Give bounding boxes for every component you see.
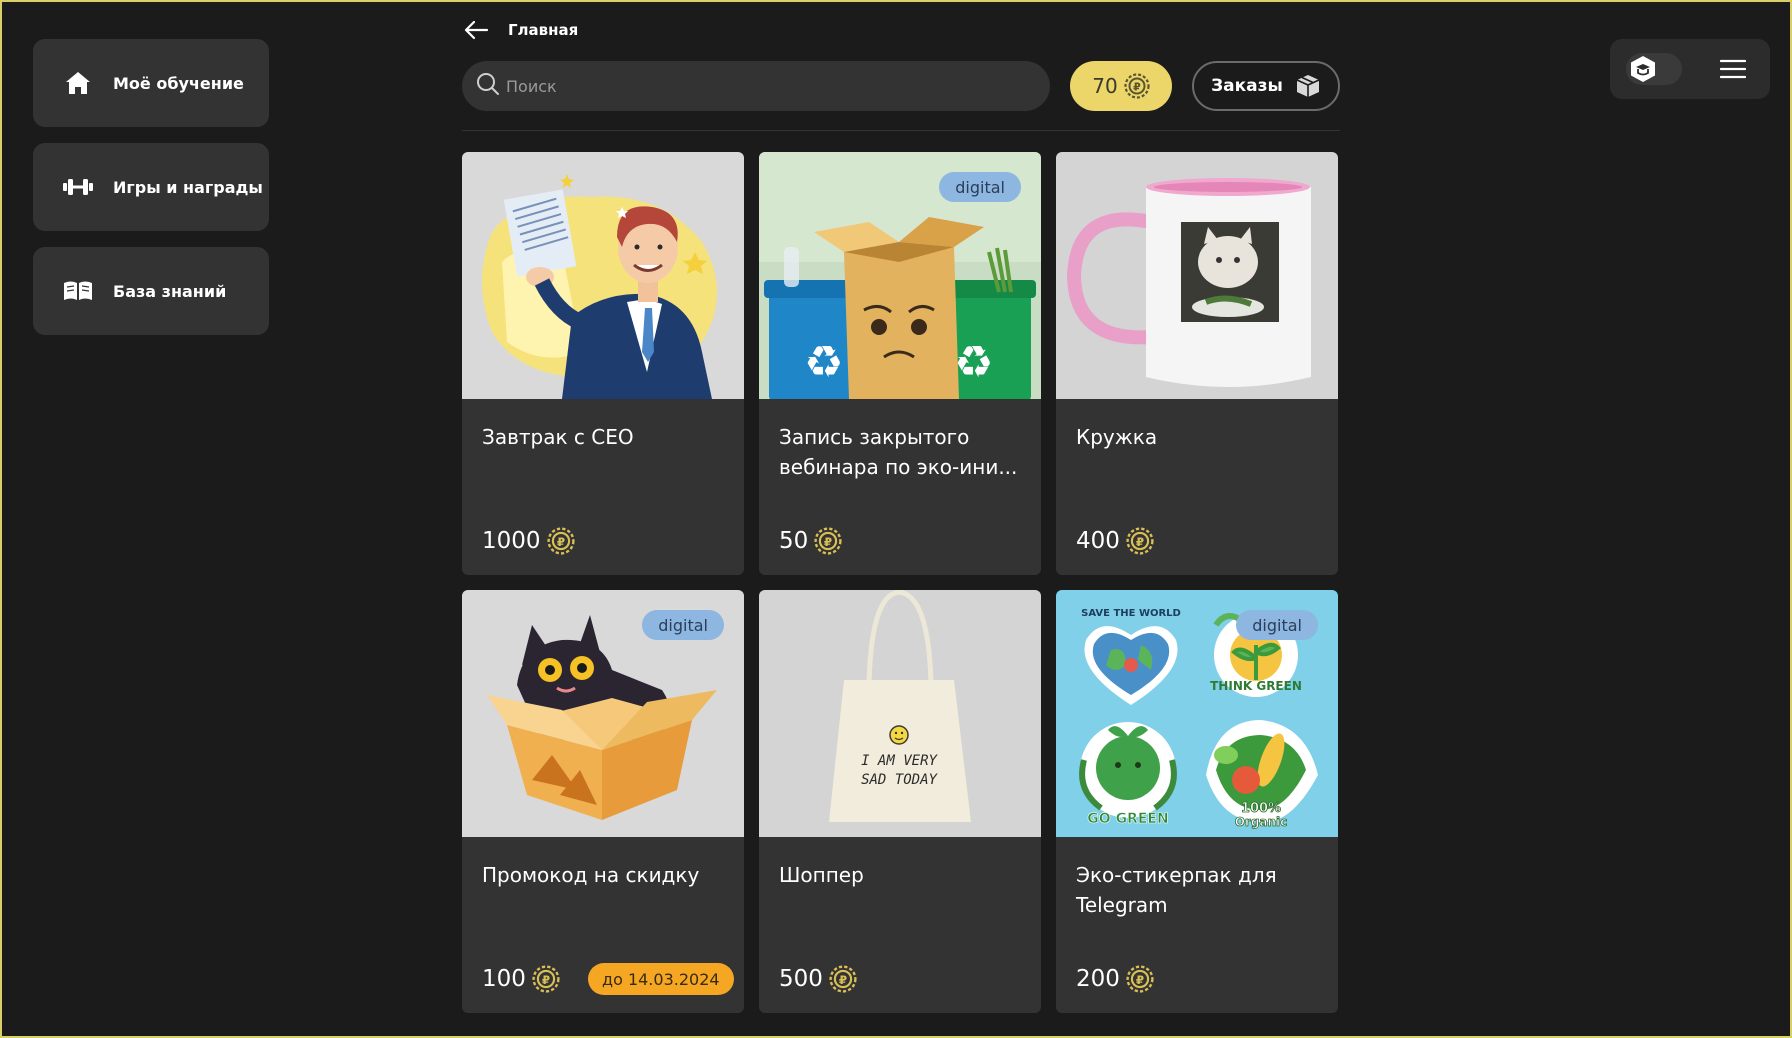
product-title: Шоппер [779, 863, 864, 887]
box-icon [1296, 75, 1320, 97]
product-image-breakfast-ceo [462, 152, 744, 399]
product-card[interactable]: SAVE THE WORLD THINK GREEN GO GREEN 100%… [1056, 590, 1338, 1013]
breadcrumb-home[interactable]: Главная [508, 21, 578, 39]
product-price: 200 ₽ [1076, 964, 1154, 994]
product-title: Запись закрытого вебинара по эко-ини... [779, 425, 1018, 479]
product-image-eco-stickers: SAVE THE WORLD THINK GREEN GO GREEN 100%… [1056, 590, 1338, 837]
product-price: 400 ₽ [1076, 526, 1154, 556]
product-price: 100 ₽ [482, 964, 560, 994]
product-title: Промокод на скидку [482, 863, 700, 887]
product-image-webinar-recording: ♻ ♻ digital [759, 152, 1041, 399]
svg-text:♻: ♻ [804, 337, 843, 388]
sticker-text-go-green: GO GREEN [1087, 811, 1168, 827]
price-value: 100 [482, 966, 526, 992]
svg-text:₽: ₽ [839, 973, 847, 987]
top-right-controls [1610, 39, 1770, 99]
coin-icon: ₽ [1126, 527, 1154, 555]
svg-text:₽: ₽ [1136, 535, 1144, 549]
sidebar: Моё обучение Игры и награды База знаний [33, 39, 269, 351]
sidebar-item-knowledge-base[interactable]: База знаний [33, 247, 269, 335]
sidebar-item-label: Моё обучение [113, 73, 244, 93]
dumbbell-icon [63, 172, 93, 202]
orders-button[interactable]: Заказы [1192, 61, 1340, 111]
digital-badge: digital [1236, 610, 1318, 640]
product-card[interactable]: Завтрак с CEO 1000 ₽ [462, 152, 744, 575]
coin-balance-button[interactable]: 70 ₽ [1070, 61, 1172, 111]
digital-badge: digital [939, 172, 1021, 202]
coin-icon: ₽ [1126, 965, 1154, 993]
hamburger-menu-icon[interactable] [1718, 54, 1748, 84]
price-value: 50 [779, 528, 809, 554]
svg-text:₽: ₽ [542, 973, 550, 987]
graduation-cap-logo-icon [1631, 56, 1655, 82]
sidebar-item-label: База знаний [113, 281, 227, 301]
search-box[interactable] [462, 61, 1050, 111]
product-card[interactable]: ♻ ♻ digital Запись закрытого вебинара по… [759, 152, 1041, 575]
toolbar: 70 ₽ Заказы [462, 61, 1340, 111]
svg-text:₽: ₽ [556, 535, 564, 549]
svg-text:♻: ♻ [954, 337, 993, 388]
product-price: 1000 ₽ [482, 526, 575, 556]
deadline-badge: до 14.03.2024 [588, 963, 734, 995]
product-card[interactable]: digital Промокод на скидку 100 ₽ до 14.0… [462, 590, 744, 1013]
header: Главная 70 ₽ Заказы [462, 14, 1340, 111]
price-value: 200 [1076, 966, 1120, 992]
balance-value: 70 [1092, 74, 1118, 98]
product-price: 50 ₽ [779, 526, 842, 556]
book-icon [63, 276, 93, 306]
product-image-promo-code: digital [462, 590, 744, 837]
svg-text:₽: ₽ [1136, 973, 1144, 987]
bag-print-line-1: I AM VERY [861, 753, 938, 769]
sticker-text-organic: Organic [1235, 815, 1288, 829]
sticker-text-100-percent: 100% [1241, 801, 1281, 816]
coin-icon: ₽ [829, 965, 857, 993]
coin-icon: ₽ [814, 527, 842, 555]
svg-text:₽: ₽ [1133, 81, 1141, 94]
coin-icon: ₽ [1124, 73, 1150, 99]
price-value: 500 [779, 966, 823, 992]
sidebar-item-label: Игры и награды [113, 177, 263, 197]
search-input[interactable] [506, 76, 1026, 96]
digital-badge: digital [642, 610, 724, 640]
sidebar-item-games-rewards[interactable]: Игры и награды [33, 143, 269, 231]
sticker-text-save-world: SAVE THE WORLD [1081, 608, 1181, 619]
sticker-text-think-green: THINK GREEN [1210, 679, 1302, 693]
product-title: Эко-стикерпак для Telegram [1076, 863, 1277, 917]
breadcrumb: Главная [462, 14, 1340, 46]
product-price: 500 ₽ [779, 964, 857, 994]
price-value: 1000 [482, 528, 541, 554]
svg-text:₽: ₽ [824, 535, 832, 549]
orders-label: Заказы [1211, 76, 1283, 96]
back-arrow-icon[interactable] [462, 16, 490, 44]
header-divider [462, 130, 1340, 131]
product-image-tote-bag: I AM VERY SAD TODAY [759, 590, 1041, 837]
product-title: Кружка [1076, 425, 1158, 449]
theme-toggle[interactable] [1626, 53, 1682, 85]
coin-icon: ₽ [546, 527, 575, 555]
home-icon [63, 68, 93, 98]
product-title: Завтрак с CEO [482, 425, 634, 449]
product-card[interactable]: Кружка 400 ₽ [1056, 152, 1338, 575]
search-icon [476, 72, 500, 100]
app-frame: Моё обучение Игры и награды База знаний … [0, 0, 1792, 1038]
product-card[interactable]: I AM VERY SAD TODAY Шоппер 500 ₽ [759, 590, 1041, 1013]
sidebar-item-my-learning[interactable]: Моё обучение [33, 39, 269, 127]
product-image-mug [1056, 152, 1338, 399]
price-value: 400 [1076, 528, 1120, 554]
bag-print-line-2: SAD TODAY [861, 772, 938, 788]
coin-icon: ₽ [532, 965, 560, 993]
